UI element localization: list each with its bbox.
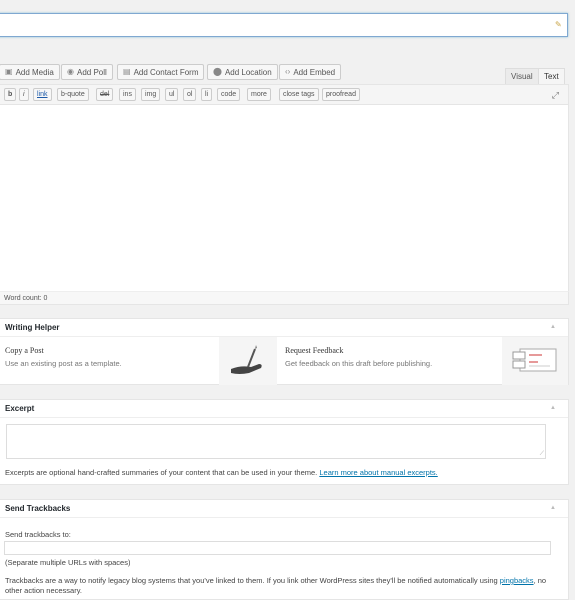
qt-bquote-button[interactable]: b-quote: [57, 88, 89, 101]
qt-close-tags-button[interactable]: close tags: [279, 88, 319, 101]
copy-post-illustration: [219, 337, 277, 385]
trackbacks-note: Trackbacks are a way to notify legacy bl…: [5, 576, 560, 596]
embed-icon: ‹›: [285, 67, 291, 76]
collapse-arrow-icon[interactable]: ▲: [550, 324, 556, 330]
media-icon: ▣: [5, 67, 13, 76]
excerpt-note-text: Excerpts are optional hand-crafted summa…: [5, 468, 318, 477]
collapse-arrow-icon[interactable]: ▲: [550, 505, 556, 511]
qt-ol-button[interactable]: ol: [183, 88, 197, 101]
resize-handle-icon[interactable]: ⟋: [540, 451, 544, 458]
qt-proofread-button[interactable]: proofread: [322, 88, 360, 101]
add-poll-button[interactable]: ◉ Add Poll: [61, 64, 113, 80]
contact-form-icon: ▤: [123, 67, 131, 76]
qt-more-button[interactable]: more: [247, 88, 271, 101]
qt-del-button[interactable]: del: [96, 88, 114, 101]
qt-italic-button[interactable]: i: [19, 88, 29, 101]
trackbacks-label: Send trackbacks to:: [5, 530, 71, 539]
excerpt-title[interactable]: Excerpt: [0, 400, 568, 418]
hand-pen-icon: [231, 345, 262, 374]
trackbacks-hint: (Separate multiple URLs with spaces): [5, 558, 131, 567]
writing-helper-title[interactable]: Writing Helper: [0, 319, 568, 337]
editor-textarea[interactable]: [0, 105, 568, 303]
tab-visual[interactable]: Visual: [505, 68, 539, 84]
add-embed-button[interactable]: ‹› Add Embed: [279, 64, 342, 80]
feedback-document-icon: [512, 348, 557, 372]
qt-code-button[interactable]: code: [217, 88, 241, 101]
trackbacks-title[interactable]: Send Trackbacks: [0, 500, 568, 518]
qt-bold-button[interactable]: b: [4, 88, 17, 101]
qt-ul-button[interactable]: ul: [165, 88, 179, 101]
qt-img-button[interactable]: img: [141, 88, 161, 101]
copy-post-title: Copy a Post: [5, 346, 44, 355]
pingbacks-link[interactable]: pingbacks: [500, 576, 534, 585]
poll-icon: ◉: [67, 67, 74, 76]
excerpt-textarea[interactable]: ⟋: [6, 424, 546, 459]
add-embed-label: Add Embed: [293, 67, 336, 77]
collapse-arrow-icon[interactable]: ▲: [550, 405, 556, 411]
tab-visual-label: Visual: [511, 72, 533, 81]
tab-text[interactable]: Text: [538, 68, 565, 84]
content-editor: b i link b-quote del ins img ul ol li co…: [0, 84, 569, 304]
excerpt-note: Excerpts are optional hand-crafted summa…: [5, 468, 438, 477]
trackback-url-input[interactable]: [4, 541, 551, 555]
qt-link-button[interactable]: link: [33, 88, 52, 101]
quicktags-toolbar: b i link b-quote del ins img ul ol li co…: [0, 85, 568, 105]
password-manager-icon[interactable]: ✎: [555, 20, 563, 30]
request-feedback-desc: Get feedback on this draft before publis…: [285, 359, 433, 368]
add-contact-form-button[interactable]: ▤ Add Contact Form: [117, 64, 205, 80]
add-contact-form-label: Add Contact Form: [133, 67, 199, 77]
add-media-label: Add Media: [15, 67, 54, 77]
writing-helper-box: Writing Helper ▲ Copy a Post Use an exis…: [0, 318, 569, 385]
copy-post-option[interactable]: Copy a Post Use an existing post as a te…: [0, 337, 219, 385]
manual-excerpts-link[interactable]: Learn more about manual excerpts.: [319, 468, 437, 477]
add-media-button[interactable]: ▣ Add Media: [0, 64, 60, 80]
trackbacks-note-text: Trackbacks are a way to notify legacy bl…: [5, 576, 498, 585]
add-location-button[interactable]: ⬤ Add Location: [207, 64, 278, 80]
tab-text-label: Text: [544, 72, 559, 81]
location-pin-icon: ⬤: [213, 67, 222, 76]
excerpt-box: Excerpt ▲ ⟋ Excerpts are optional hand-c…: [0, 399, 569, 485]
copy-post-desc: Use an existing post as a template.: [5, 359, 122, 368]
request-feedback-title: Request Feedback: [285, 346, 344, 355]
trackbacks-box: Send Trackbacks ▲ Send trackbacks to: (S…: [0, 499, 569, 600]
request-feedback-option[interactable]: Request Feedback Get feedback on this dr…: [277, 337, 502, 385]
fullscreen-icon[interactable]: ⤢: [552, 90, 559, 101]
qt-li-button[interactable]: li: [201, 88, 213, 101]
qt-ins-button[interactable]: ins: [119, 88, 136, 101]
post-title-input[interactable]: ✎: [0, 13, 568, 37]
add-poll-label: Add Poll: [76, 67, 107, 77]
request-feedback-illustration: [502, 337, 568, 385]
add-location-label: Add Location: [224, 67, 272, 77]
word-count: Word count: 0: [0, 291, 569, 305]
